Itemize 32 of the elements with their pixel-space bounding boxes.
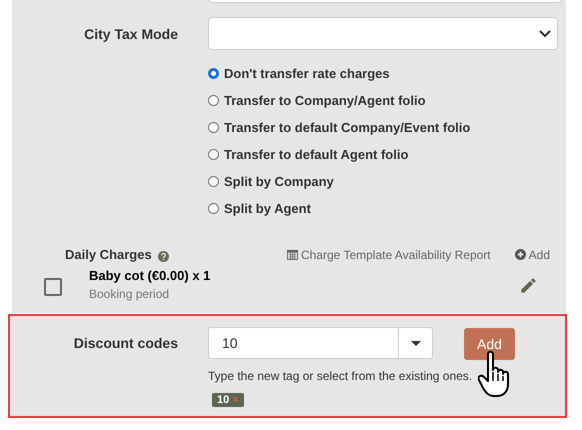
section-title: Daily Charges xyxy=(65,247,152,262)
tag-input-field[interactable]: 10 xyxy=(208,327,433,359)
radio-option[interactable]: Split by Company xyxy=(208,172,566,190)
tag-chip: 10 × xyxy=(212,393,244,407)
select-field[interactable] xyxy=(208,17,558,50)
radio-option[interactable]: Don't transfer rate charges xyxy=(208,64,566,82)
radio-button[interactable] xyxy=(208,122,219,132)
calendar-icon xyxy=(286,249,298,260)
radio-option[interactable]: Transfer to Company/Agent folio xyxy=(208,91,566,109)
pencil-icon[interactable] xyxy=(519,276,538,295)
radio-option[interactable]: Transfer to default Agent folio xyxy=(208,145,566,163)
radio-option[interactable]: Split by Agent xyxy=(208,199,566,217)
radio-button[interactable] xyxy=(208,202,219,214)
help-text: Type the new tag or select from the existing ones. xyxy=(208,369,474,383)
add-link[interactable]: Add xyxy=(514,248,550,262)
charge-name: Baby cot (€0.00) x 1 xyxy=(89,268,210,283)
radio-button[interactable] xyxy=(208,68,219,78)
hand-cursor-icon xyxy=(478,350,512,398)
help-icon xyxy=(158,250,169,262)
caret-icon xyxy=(410,340,420,346)
report-link[interactable]: Charge Template Availability Report xyxy=(286,248,491,262)
radio-option[interactable]: Transfer to default Company/Event folio xyxy=(208,118,566,136)
radio-button[interactable] xyxy=(208,176,219,186)
charge-period: Booking period xyxy=(89,287,170,301)
radio-button[interactable] xyxy=(208,94,219,106)
plus-circle-icon xyxy=(514,249,526,260)
radio-button[interactable] xyxy=(208,148,219,160)
add-button[interactable]: Add xyxy=(464,328,515,360)
field-label: Discount codes xyxy=(74,335,178,351)
chevron-icon xyxy=(539,30,551,38)
checkbox[interactable] xyxy=(44,278,62,296)
field-label: City Tax Mode xyxy=(84,26,178,42)
